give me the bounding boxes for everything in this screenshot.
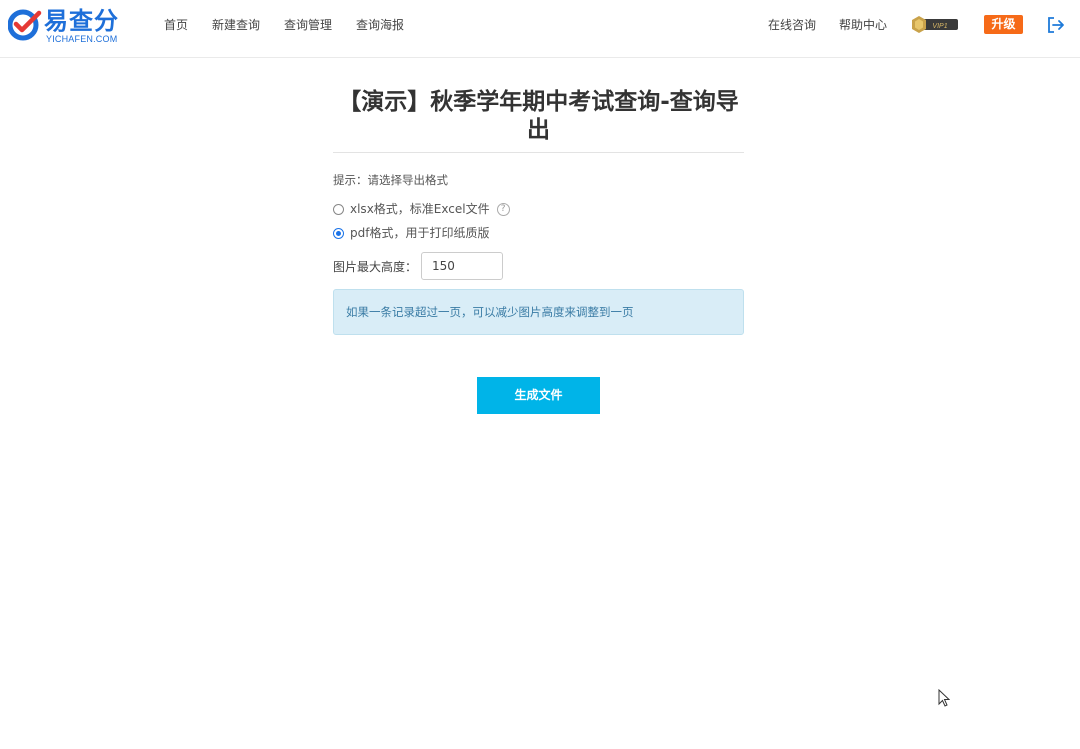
- logo-icon: [8, 9, 42, 41]
- site-logo[interactable]: 易查分 YICHAFEN.COM: [8, 6, 128, 46]
- mouse-cursor-icon: [938, 689, 950, 707]
- format-hint: 提示：请选择导出格式: [333, 173, 448, 187]
- nav-query-manage[interactable]: 查询管理: [272, 16, 344, 34]
- logo-subtext: YICHAFEN.COM: [46, 34, 118, 44]
- nav-query-poster[interactable]: 查询海报: [344, 16, 416, 34]
- generate-file-button[interactable]: 生成文件: [477, 377, 600, 414]
- image-height-label: 图片最大高度：: [333, 259, 418, 274]
- radio-xlsx[interactable]: [333, 203, 344, 215]
- option-xlsx-label: xlsx格式，标准Excel文件: [350, 202, 490, 216]
- option-pdf-label: pdf格式，用于打印纸质版: [350, 226, 490, 240]
- logo-text: 易查分: [44, 7, 119, 35]
- option-pdf[interactable]: pdf格式，用于打印纸质版: [333, 225, 744, 241]
- info-alert: 如果一条记录超过一页，可以减少图片高度来调整到一页: [333, 289, 744, 335]
- export-panel: 【演示】秋季学年期中考试查询-查询导出 提示：请选择导出格式 xlsx格式，标准…: [333, 88, 744, 414]
- image-height-row: 图片最大高度：: [333, 252, 744, 280]
- option-xlsx[interactable]: xlsx格式，标准Excel文件 ?: [333, 201, 744, 217]
- top-navbar: 易查分 YICHAFEN.COM 首页 新建查询 查询管理 查询海报 在线咨询 …: [0, 0, 1080, 58]
- vip-badge[interactable]: VIP1: [911, 16, 959, 33]
- main-nav: 首页 新建查询 查询管理 查询海报: [152, 16, 416, 34]
- online-consult-link[interactable]: 在线咨询: [768, 16, 816, 34]
- nav-new-query[interactable]: 新建查询: [200, 16, 272, 34]
- nav-home[interactable]: 首页: [152, 16, 200, 34]
- question-icon[interactable]: ?: [496, 202, 510, 216]
- image-height-input[interactable]: [421, 252, 504, 280]
- upgrade-button[interactable]: 升级: [984, 15, 1023, 34]
- vip-label: VIP1: [932, 23, 947, 30]
- radio-pdf[interactable]: [333, 227, 344, 239]
- help-center-link[interactable]: 帮助中心: [839, 16, 887, 34]
- page-title: 【演示】秋季学年期中考试查询-查询导出: [333, 88, 744, 153]
- logout-icon[interactable]: [1046, 15, 1066, 35]
